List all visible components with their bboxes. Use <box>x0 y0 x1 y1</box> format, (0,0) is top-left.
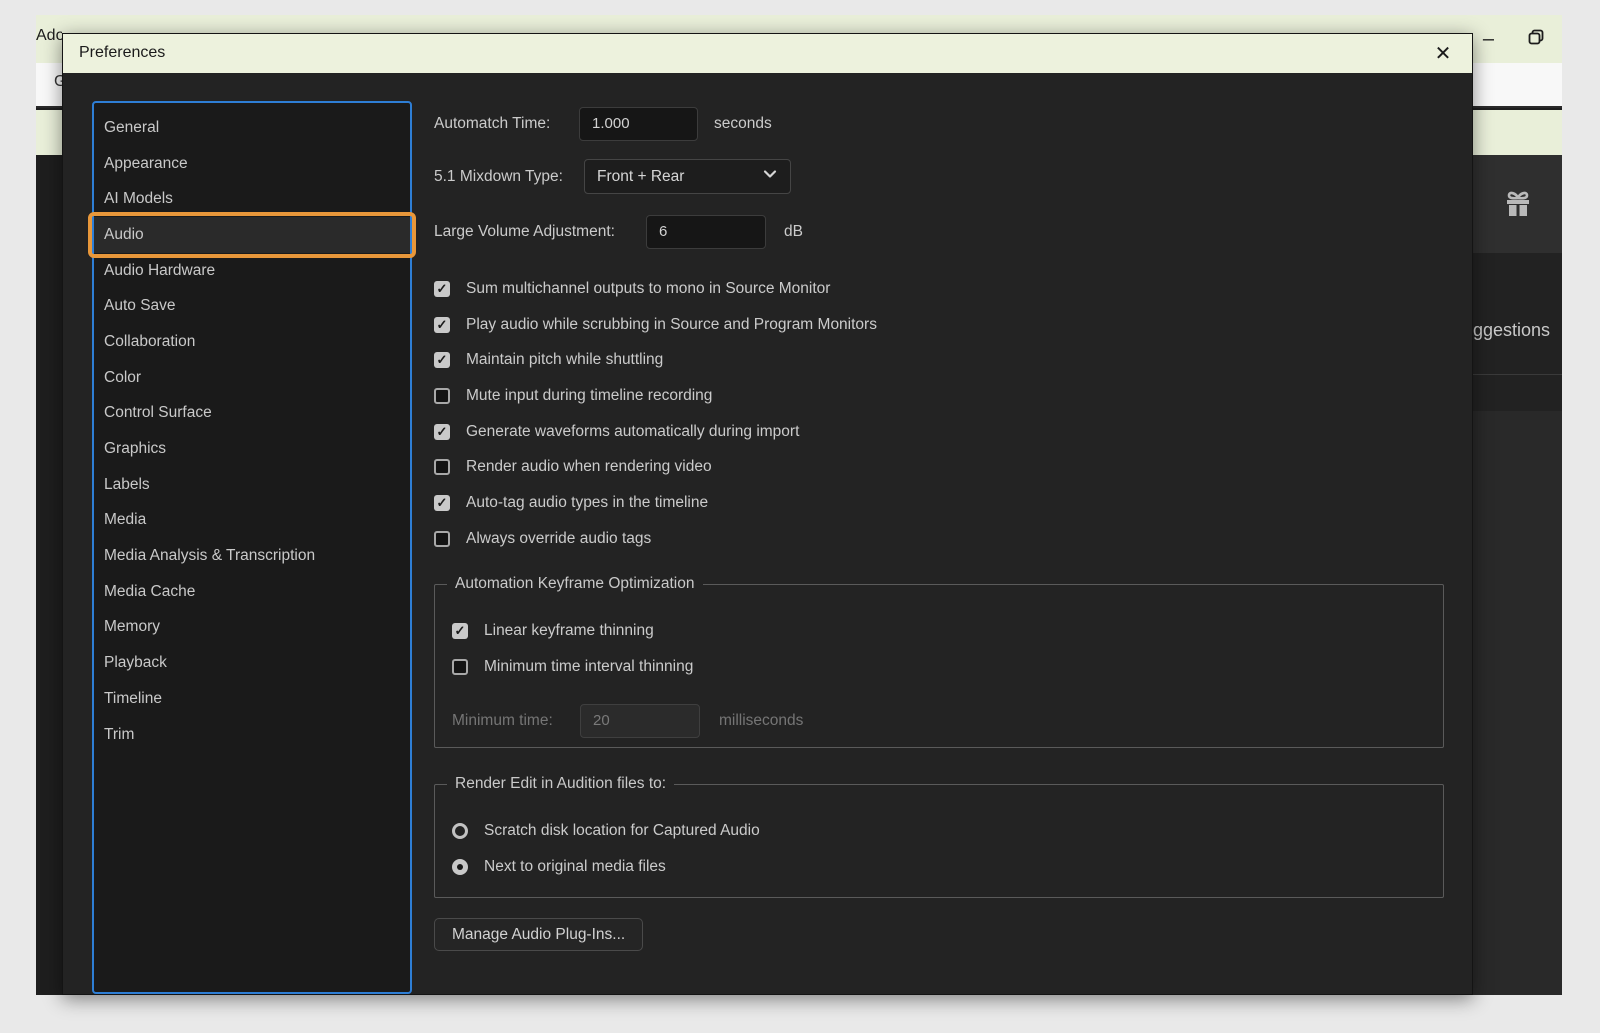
checkbox-play-audio-while-scrubbing-in-source-and-program-monitors[interactable]: ✓ <box>434 317 450 333</box>
checkbox-row-minimum-time-interval-thinning: Minimum time interval thinning <box>452 649 1426 685</box>
render-radio-list: Scratch disk location for Captured Audio… <box>452 813 1426 884</box>
checkbox-label: Auto-tag audio types in the timeline <box>466 494 708 512</box>
sidebar-item-ai-models[interactable]: AI Models <box>94 181 410 217</box>
radio-row-next-to-original-media-files: Next to original media files <box>452 849 1426 885</box>
mixdown-type-select[interactable]: Front + Rear <box>584 159 791 194</box>
checkbox-label: Generate waveforms automatically during … <box>466 423 799 441</box>
panel-divider <box>1473 374 1562 375</box>
checkbox-linear-keyframe-thinning[interactable]: ✓ <box>452 623 468 639</box>
automatch-time-unit: seconds <box>714 115 772 133</box>
checkbox-label: Render audio when rendering video <box>466 458 712 476</box>
checkbox-row-maintain-pitch-while-shuttling: ✓ Maintain pitch while shuttling <box>434 342 877 378</box>
checkbox-maintain-pitch-while-shuttling[interactable]: ✓ <box>434 352 450 368</box>
mixdown-type-label: 5.1 Mixdown Type: <box>434 168 584 186</box>
sidebar-item-media[interactable]: Media <box>94 503 410 539</box>
checkbox-minimum-time-interval-thinning[interactable] <box>452 659 468 675</box>
render-audition-group: Render Edit in Audition files to: Scratc… <box>434 784 1444 898</box>
checkbox-row-mute-input-during-timeline-recording: Mute input during timeline recording <box>434 378 877 414</box>
sidebar-item-trim[interactable]: Trim <box>94 717 410 753</box>
radio-label: Scratch disk location for Captured Audio <box>484 822 760 840</box>
restore-icon[interactable] <box>1528 29 1544 50</box>
lower-panel <box>1473 411 1562 995</box>
automatch-time-input[interactable] <box>579 107 698 141</box>
gift-panel <box>1473 155 1562 253</box>
sidebar-item-playback[interactable]: Playback <box>94 645 410 681</box>
checkbox-label: Linear keyframe thinning <box>484 622 654 640</box>
minimum-time-label: Minimum time: <box>452 712 580 730</box>
large-volume-input[interactable] <box>646 215 766 249</box>
minimum-time-input <box>580 704 700 738</box>
gift-icon[interactable] <box>1500 184 1536 225</box>
checkbox-sum-multichannel-outputs-to-mono-in-source-monitor[interactable]: ✓ <box>434 281 450 297</box>
sidebar-item-media-cache[interactable]: Media Cache <box>94 574 410 610</box>
suggestions-text-fragment: ggestions <box>1473 320 1562 341</box>
automation-keyframe-group: Automation Keyframe Optimization ✓Linear… <box>434 584 1444 748</box>
sidebar-item-timeline[interactable]: Timeline <box>94 681 410 717</box>
checkbox-row-play-audio-while-scrubbing-in-source-and-program-monitors: ✓ Play audio while scrubbing in Source an… <box>434 307 877 343</box>
radio-scratch-disk-location-for-captured-audio[interactable] <box>452 823 468 839</box>
preferences-dialog: Preferences ✕ GeneralAppearanceAI Models… <box>62 33 1473 995</box>
large-volume-unit: dB <box>784 223 803 241</box>
render-group-title: Render Edit in Audition files to: <box>447 775 674 793</box>
radio-label: Next to original media files <box>484 858 666 876</box>
mixdown-type-value: Front + Rear <box>597 168 762 186</box>
checkbox-auto-tag-audio-types-in-the-timeline[interactable]: ✓ <box>434 495 450 511</box>
checkbox-label: Minimum time interval thinning <box>484 658 693 676</box>
minimum-time-unit: milliseconds <box>719 712 803 730</box>
minimize-icon[interactable]: – <box>1483 29 1494 49</box>
radio-next-to-original-media-files[interactable] <box>452 859 468 875</box>
sidebar-item-audio[interactable]: Audio <box>94 217 410 253</box>
close-icon[interactable]: ✕ <box>1428 39 1458 69</box>
preferences-category-list: GeneralAppearanceAI ModelsAudioAudio Har… <box>92 101 412 994</box>
checkbox-row-generate-waveforms-automatically-during-import: ✓ Generate waveforms automatically during… <box>434 414 877 450</box>
app-title-fragment: Ado <box>36 27 62 45</box>
sidebar-item-color[interactable]: Color <box>94 360 410 396</box>
sidebar-item-audio-hardware[interactable]: Audio Hardware <box>94 253 410 289</box>
checkbox-row-auto-tag-audio-types-in-the-timeline: ✓ Auto-tag audio types in the timeline <box>434 485 877 521</box>
automatch-time-row: Automatch Time: seconds <box>434 106 772 141</box>
large-volume-label: Large Volume Adjustment: <box>434 223 646 241</box>
sidebar-item-media-analysis-transcription[interactable]: Media Analysis & Transcription <box>94 538 410 574</box>
checkbox-render-audio-when-rendering-video[interactable] <box>434 459 450 475</box>
checkbox-row-linear-keyframe-thinning: ✓ Linear keyframe thinning <box>452 613 1426 649</box>
checkbox-label: Sum multichannel outputs to mono in Sour… <box>466 280 830 298</box>
checkbox-mute-input-during-timeline-recording[interactable] <box>434 388 450 404</box>
automatch-time-label: Automatch Time: <box>434 115 579 133</box>
checkbox-label: Mute input during timeline recording <box>466 387 712 405</box>
dialog-titlebar: Preferences ✕ <box>63 34 1472 73</box>
sidebar-item-collaboration[interactable]: Collaboration <box>94 324 410 360</box>
radio-row-scratch-disk-location-for-captured-audio: Scratch disk location for Captured Audio <box>452 813 1426 849</box>
dialog-title: Preferences <box>79 44 165 62</box>
checkbox-label: Maintain pitch while shuttling <box>466 351 663 369</box>
sidebar-item-appearance[interactable]: Appearance <box>94 146 410 182</box>
chevron-down-icon <box>762 166 778 187</box>
sidebar-item-control-surface[interactable]: Control Surface <box>94 396 410 432</box>
sidebar-item-labels[interactable]: Labels <box>94 467 410 503</box>
sidebar-item-general[interactable]: General <box>94 110 410 146</box>
sidebar-item-memory[interactable]: Memory <box>94 610 410 646</box>
sidebar-item-auto-save[interactable]: Auto Save <box>94 288 410 324</box>
automation-group-title: Automation Keyframe Optimization <box>447 575 703 593</box>
checkbox-row-render-audio-when-rendering-video: Render audio when rendering video <box>434 449 877 485</box>
checkbox-generate-waveforms-automatically-during-import[interactable]: ✓ <box>434 424 450 440</box>
checkbox-label: Always override audio tags <box>466 530 651 548</box>
checkbox-row-always-override-audio-tags: Always override audio tags <box>434 521 877 557</box>
minimum-time-row: Minimum time: milliseconds <box>452 703 1426 738</box>
audio-options-list: ✓ Sum multichannel outputs to mono in Sou… <box>434 271 877 557</box>
checkbox-label: Play audio while scrubbing in Source and… <box>466 316 877 334</box>
automation-checkbox-list: ✓ Linear keyframe thinning Minimum time in… <box>452 613 1426 684</box>
checkbox-always-override-audio-tags[interactable] <box>434 531 450 547</box>
large-volume-row: Large Volume Adjustment: dB <box>434 214 803 249</box>
sidebar-item-graphics[interactable]: Graphics <box>94 431 410 467</box>
manage-audio-plugins-button[interactable]: Manage Audio Plug-Ins... <box>434 918 643 951</box>
checkbox-row-sum-multichannel-outputs-to-mono-in-source-monitor: ✓ Sum multichannel outputs to mono in Sou… <box>434 271 877 307</box>
mixdown-type-row: 5.1 Mixdown Type: Front + Rear <box>434 159 791 194</box>
